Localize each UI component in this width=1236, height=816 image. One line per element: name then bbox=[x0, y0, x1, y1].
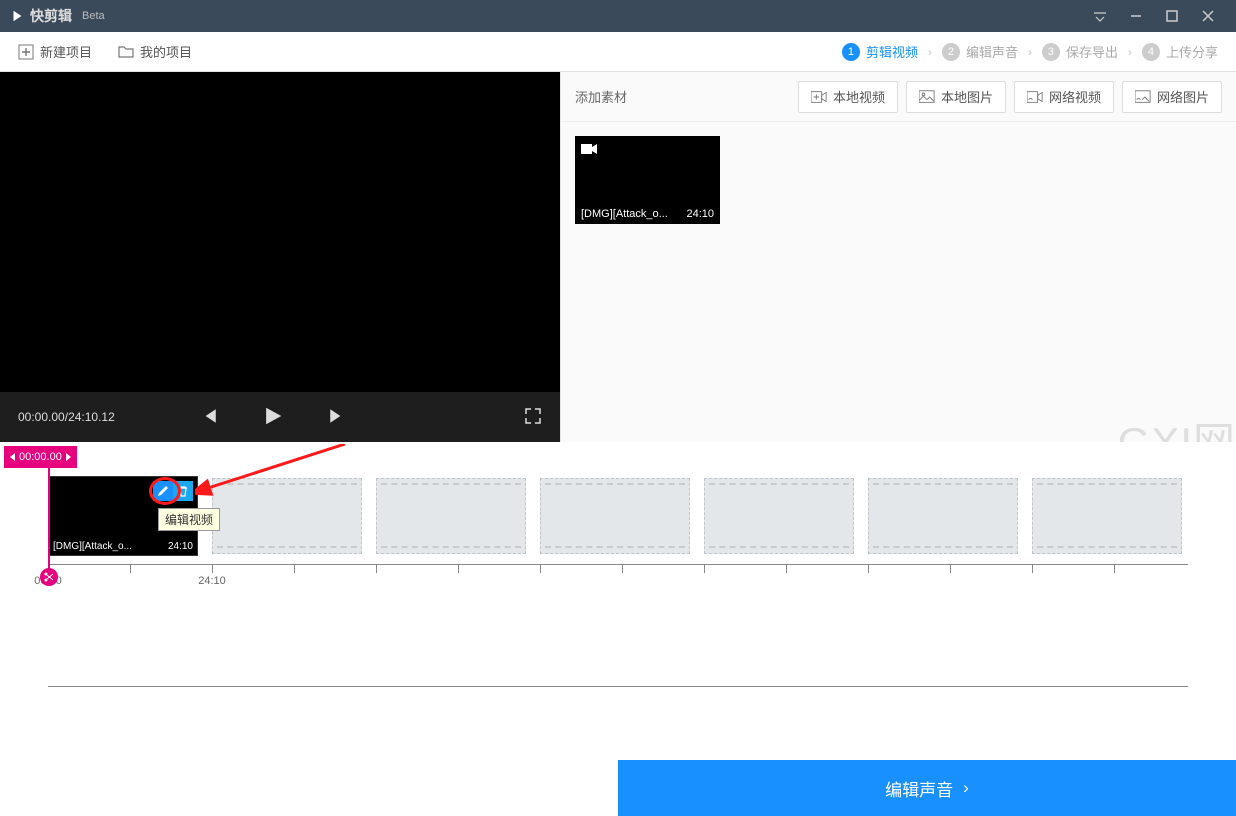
video-icon bbox=[811, 90, 827, 104]
next-button[interactable] bbox=[328, 407, 346, 428]
next-step-button[interactable]: 编辑声音 › bbox=[618, 760, 1236, 816]
menu-dropdown-button[interactable] bbox=[1082, 0, 1118, 32]
delete-clip-button[interactable] bbox=[173, 481, 193, 501]
workflow-steps: 1 剪辑视频 › 2 编辑声音 › 3 保存导出 › 4 上传分享 bbox=[842, 42, 1218, 61]
chevron-right-icon: › bbox=[1028, 45, 1032, 59]
step-edit-audio[interactable]: 2 编辑声音 bbox=[942, 42, 1018, 61]
empty-slot[interactable] bbox=[704, 478, 854, 554]
edit-clip-button[interactable] bbox=[153, 481, 173, 501]
timeline-clip-name: [DMG][Attack_o... bbox=[53, 541, 132, 552]
assets-panel: 添加素材 本地视频 本地图片 网络视频 网络图片 [DMG][ bbox=[560, 72, 1236, 442]
time-ruler[interactable]: 00:00 24:10 bbox=[48, 564, 1188, 586]
maximize-button[interactable] bbox=[1154, 0, 1190, 32]
split-button[interactable] bbox=[40, 568, 58, 586]
nudge-right-icon[interactable] bbox=[66, 453, 71, 461]
asset-clip[interactable]: [DMG][Attack_o... 24:10 bbox=[575, 136, 720, 224]
add-local-video-button[interactable]: 本地视频 bbox=[798, 81, 898, 113]
web-image-icon bbox=[1135, 90, 1151, 104]
clip-name: [DMG][Attack_o... bbox=[581, 208, 668, 220]
new-project-button[interactable]: 新建项目 bbox=[18, 42, 92, 61]
add-web-video-button[interactable]: 网络视频 bbox=[1014, 81, 1114, 113]
step-edit-video[interactable]: 1 剪辑视频 bbox=[842, 42, 918, 61]
video-player: 00:00.00/24:10.12 bbox=[0, 72, 560, 442]
chevron-right-icon: › bbox=[963, 778, 969, 798]
playhead-time-badge[interactable]: 00:00.00 bbox=[4, 446, 77, 468]
step-upload[interactable]: 4 上传分享 bbox=[1142, 42, 1218, 61]
empty-slot[interactable] bbox=[540, 478, 690, 554]
minimize-button[interactable] bbox=[1118, 0, 1154, 32]
bottom-bar: 编辑声音 › bbox=[0, 760, 1236, 816]
edit-tooltip: 编辑视频 bbox=[158, 508, 220, 531]
titlebar: 快剪辑 Beta bbox=[0, 0, 1236, 32]
play-logo-icon bbox=[10, 9, 24, 23]
prev-button[interactable] bbox=[200, 407, 218, 428]
empty-slot[interactable] bbox=[868, 478, 1018, 554]
clip-duration: 24:10 bbox=[686, 208, 714, 220]
playhead-line[interactable] bbox=[48, 466, 50, 572]
time-ruler-2[interactable] bbox=[48, 686, 1188, 690]
assets-title: 添加素材 bbox=[575, 87, 627, 106]
add-local-image-button[interactable]: 本地图片 bbox=[906, 81, 1006, 113]
empty-slot[interactable] bbox=[1032, 478, 1182, 554]
toolbar: 新建项目 我的项目 1 剪辑视频 › 2 编辑声音 › 3 保存导出 › 4 上… bbox=[0, 32, 1236, 72]
beta-label: Beta bbox=[82, 10, 105, 22]
video-canvas[interactable] bbox=[0, 72, 560, 392]
player-controls: 00:00.00/24:10.12 bbox=[0, 392, 560, 442]
timeline: 00:00.00 [DMG][Attack_o... 24:10 编辑视频 bbox=[0, 442, 1236, 690]
nudge-left-icon[interactable] bbox=[10, 453, 15, 461]
fullscreen-button[interactable] bbox=[524, 407, 542, 428]
empty-slot[interactable] bbox=[376, 478, 526, 554]
time-display: 00:00.00/24:10.12 bbox=[18, 410, 188, 424]
close-button[interactable] bbox=[1190, 0, 1226, 32]
image-icon bbox=[919, 90, 935, 104]
app-logo: 快剪辑 Beta bbox=[10, 6, 105, 26]
chevron-right-icon: › bbox=[1128, 45, 1132, 59]
audio-track bbox=[0, 596, 1236, 680]
camera-icon bbox=[581, 142, 597, 160]
chevron-right-icon: › bbox=[928, 45, 932, 59]
plus-box-icon bbox=[18, 44, 34, 60]
app-name: 快剪辑 bbox=[30, 6, 72, 26]
step-export[interactable]: 3 保存导出 bbox=[1042, 42, 1118, 61]
my-projects-button[interactable]: 我的项目 bbox=[118, 42, 192, 61]
video-track: [DMG][Attack_o... 24:10 编辑视频 bbox=[0, 474, 1236, 558]
web-video-icon bbox=[1027, 90, 1043, 104]
empty-slot[interactable] bbox=[212, 478, 362, 554]
timeline-clip-duration: 24:10 bbox=[168, 541, 193, 552]
folder-icon bbox=[118, 44, 134, 60]
add-web-image-button[interactable]: 网络图片 bbox=[1122, 81, 1222, 113]
play-button[interactable] bbox=[262, 405, 284, 430]
